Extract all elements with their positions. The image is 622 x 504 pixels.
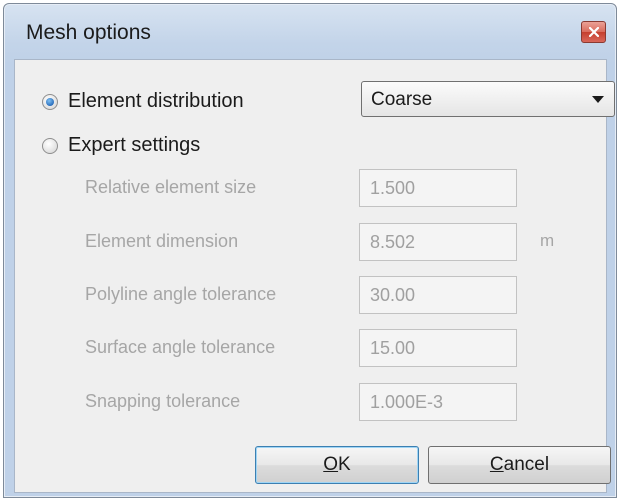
distribution-select[interactable]: Coarse [361,81,615,117]
element-distribution-label: Element distribution [68,90,244,112]
element-dimension-input[interactable]: 8.502 [359,223,517,261]
radio-checked-icon[interactable] [42,93,58,110]
snapping-tolerance-label: Snapping tolerance [85,391,241,411]
ok-label-rest: K [338,454,351,475]
cancel-mnemonic: C [489,454,504,475]
close-icon [589,27,599,37]
relative-element-size-input[interactable]: 1.500 [359,169,517,207]
radio-unchecked-icon[interactable] [42,137,58,154]
title-bar[interactable]: Mesh options [4,4,616,59]
mesh-options-dialog: Mesh options Element distribution Coarse… [3,3,617,498]
snapping-tolerance-input[interactable]: 1.000E-3 [359,383,517,421]
element-dimension-unit: m [540,231,555,250]
expert-settings-radio[interactable]: Expert settings [42,134,200,157]
cancel-label-rest: ancel [503,454,550,475]
window-title: Mesh options [26,21,151,44]
cancel-button[interactable]: Cancel [428,446,611,484]
distribution-value: Coarse [371,89,433,110]
relative-element-size-label: Relative element size [85,177,257,197]
element-distribution-radio[interactable]: Element distribution [42,90,244,113]
ok-mnemonic: O [323,454,339,475]
ok-button[interactable]: OK [255,446,419,484]
surface-angle-tolerance-input[interactable]: 15.00 [359,329,517,367]
polyline-angle-tolerance-label: Polyline angle tolerance [85,284,277,304]
close-button[interactable] [581,21,606,43]
dialog-body: Element distribution Coarse Expert setti… [14,59,615,493]
expert-settings-label: Expert settings [68,134,201,156]
element-dimension-label: Element dimension [85,231,239,251]
surface-angle-tolerance-label: Surface angle tolerance [85,337,276,357]
polyline-angle-tolerance-input[interactable]: 30.00 [359,276,517,314]
chevron-down-icon [592,96,604,103]
